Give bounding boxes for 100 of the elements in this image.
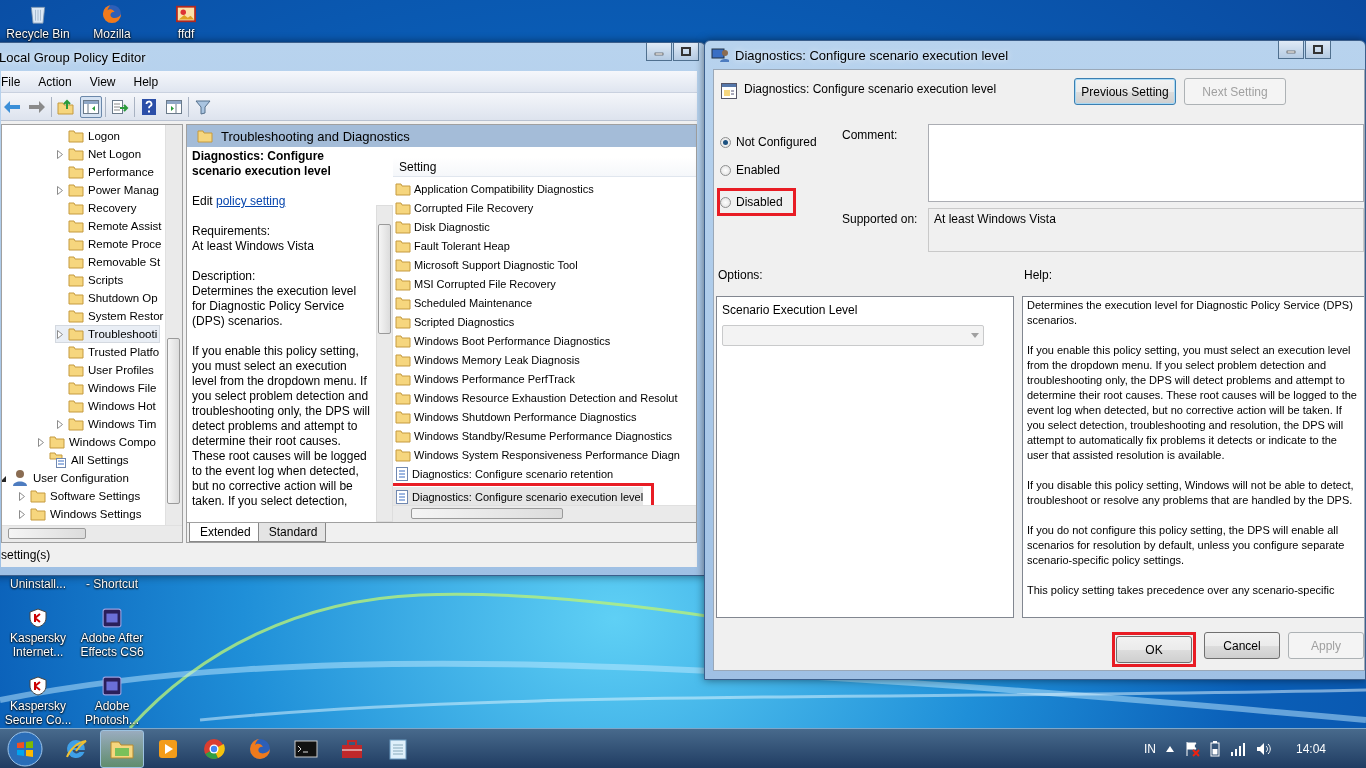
list-item[interactable]: Fault Tolerant Heap <box>393 236 510 255</box>
list-item[interactable]: Windows Resource Exhaustion Detection and Resolut <box>393 388 678 407</box>
maximize-button[interactable] <box>673 43 699 61</box>
clock[interactable]: 14:04 <box>1295 741 1326 756</box>
flag-icon[interactable] <box>1183 740 1200 757</box>
tree-item[interactable]: Remote Proce <box>55 235 165 253</box>
list-item[interactable]: Scripted Diagnostics <box>393 312 515 331</box>
desktop-icon-label[interactable]: Kaspersky Secure Co... <box>4 699 72 727</box>
start-button[interactable] <box>4 728 46 768</box>
tree-item[interactable]: Windows Settings <box>17 505 145 523</box>
list-item[interactable]: Windows Performance PerfTrack <box>393 369 575 388</box>
list-item[interactable]: Disk Diagnostic <box>393 217 490 236</box>
list-item[interactable]: Windows System Responsiveness Performance Diagn <box>393 445 680 464</box>
speaker-icon[interactable] <box>1255 741 1272 756</box>
radio-button[interactable] <box>720 196 731 208</box>
radio-button[interactable] <box>720 136 731 148</box>
tree-item[interactable]: Performance <box>55 163 157 181</box>
menu-item[interactable]: View <box>80 74 125 89</box>
menu-item[interactable]: File <box>1 74 30 89</box>
tree-item[interactable]: Power Manag <box>55 181 162 199</box>
tab[interactable]: Standard <box>257 523 327 542</box>
list-item[interactable]: Windows Memory Leak Diagnosis <box>393 350 580 369</box>
trash-bin-icon[interactable] <box>28 4 48 24</box>
expand-arrow-icon[interactable] <box>18 509 26 519</box>
radio-option[interactable]: Disabled <box>720 192 783 212</box>
menu-item[interactable]: Help <box>124 74 168 89</box>
expand-arrow-icon[interactable] <box>56 185 64 195</box>
tree-item[interactable]: Software Settings <box>17 487 144 505</box>
tree-item[interactable]: Scripts <box>55 271 127 289</box>
desktop-icon-label[interactable]: Adobe After Effects CS6 <box>80 631 144 659</box>
minimize-button[interactable] <box>646 43 672 61</box>
battery-icon[interactable] <box>1209 740 1220 757</box>
taskbar-button[interactable] <box>100 729 144 768</box>
signal-icon[interactable] <box>1229 741 1246 756</box>
desktop-icon-label[interactable]: Kaspersky Internet... <box>10 631 66 659</box>
expand-arrow-icon[interactable] <box>18 491 26 501</box>
expand-arrow-icon[interactable] <box>56 329 64 339</box>
tree-item[interactable]: Windows Compo <box>36 433 159 451</box>
computer-user-icon <box>711 47 729 63</box>
nav-button[interactable]: Previous Setting <box>1074 78 1176 105</box>
tree-item[interactable]: Logon <box>55 127 123 145</box>
tree-item[interactable]: Recovery <box>55 199 140 217</box>
comment-field[interactable] <box>928 124 1364 202</box>
tab[interactable]: Extended <box>189 523 260 542</box>
desktop-icon-label[interactable]: Uninstall... <box>10 577 66 591</box>
language-indicator[interactable]: IN <box>1143 741 1156 756</box>
browser-icon[interactable] <box>102 4 122 24</box>
scrollbar[interactable] <box>165 125 182 525</box>
tree-item[interactable]: Troubleshooti <box>55 325 161 343</box>
desktop-icon-label[interactable]: Adobe Photosh... <box>84 699 139 727</box>
tree-item[interactable]: Net Logon <box>55 145 145 163</box>
list-item[interactable]: MSI Corrupted File Recovery <box>393 274 556 293</box>
menu-item[interactable]: Action <box>29 74 81 89</box>
radio-button[interactable] <box>720 164 731 176</box>
tree-item[interactable]: All Settings <box>36 451 132 469</box>
expand-arrow-icon[interactable] <box>56 149 64 159</box>
desktop-icon-label[interactable]: - Shortcut <box>86 577 138 591</box>
radio-option[interactable]: Not Configured <box>720 132 842 152</box>
list-item[interactable]: Windows Standby/Resume Performance Diagnostics <box>393 426 672 445</box>
scrollbar[interactable] <box>2 525 182 542</box>
desktop-icon-label[interactable]: Recycle Bin <box>6 27 70 41</box>
tree-item[interactable]: Windows Tim <box>55 415 160 433</box>
list-item[interactable]: Diagnostics: Configure scenario execution level <box>393 487 644 505</box>
show-hidden-icons-icon[interactable] <box>1165 745 1174 752</box>
tree-item[interactable]: Windows Hot <box>55 397 159 415</box>
list-item[interactable]: Scheduled Maintenance <box>393 293 533 312</box>
tree-item[interactable]: User Profiles <box>55 361 157 379</box>
list-item[interactable]: Microsoft Support Diagnostic Tool <box>393 255 578 274</box>
list-item[interactable]: Windows Boot Performance Diagnostics <box>393 331 611 350</box>
shield-icon[interactable] <box>28 676 48 696</box>
scrollbar[interactable] <box>393 505 696 522</box>
app-icon[interactable] <box>102 608 122 628</box>
list-item[interactable]: Application Compatibility Diagnostics <box>393 179 594 198</box>
maximize-button[interactable] <box>1305 41 1331 59</box>
toolbar-button[interactable] <box>80 95 102 118</box>
shield-icon[interactable] <box>28 608 48 628</box>
policy-setting-link[interactable]: policy setting <box>216 194 286 208</box>
expand-arrow-icon[interactable] <box>56 419 64 429</box>
scrollbar[interactable] <box>376 205 393 522</box>
tree-item[interactable]: Trusted Platfo <box>55 343 163 361</box>
dialog-button[interactable]: Cancel <box>1204 632 1280 659</box>
expand-arrow-icon[interactable] <box>37 437 45 447</box>
tree-item[interactable]: Windows File <box>55 379 160 397</box>
radio-option[interactable]: Enabled <box>720 160 842 180</box>
image-file-icon[interactable] <box>176 4 196 24</box>
list-item[interactable]: Corrupted File Recovery <box>393 198 534 217</box>
desktop-icon-label[interactable]: Mozilla <box>93 27 131 41</box>
tree-item[interactable]: User Configuration <box>2 469 132 487</box>
tree-item[interactable]: System Restor <box>55 307 165 325</box>
list-item[interactable]: Diagnostics: Configure scenario retention <box>393 464 614 483</box>
tree-item[interactable]: Removable St <box>55 253 164 271</box>
folder-icon <box>68 129 84 143</box>
tree-item[interactable]: Shutdown Op <box>55 289 161 307</box>
app-icon[interactable] <box>102 676 122 696</box>
list-item[interactable]: Windows Shutdown Performance Diagnostics <box>393 407 637 426</box>
document-icon <box>395 465 409 482</box>
minimize-button[interactable] <box>1278 41 1304 59</box>
tree-item[interactable]: Remote Assist <box>55 217 165 235</box>
desktop-icon-label[interactable]: ffdf <box>177 27 195 41</box>
dialog-button[interactable]: OK <box>1116 636 1192 663</box>
